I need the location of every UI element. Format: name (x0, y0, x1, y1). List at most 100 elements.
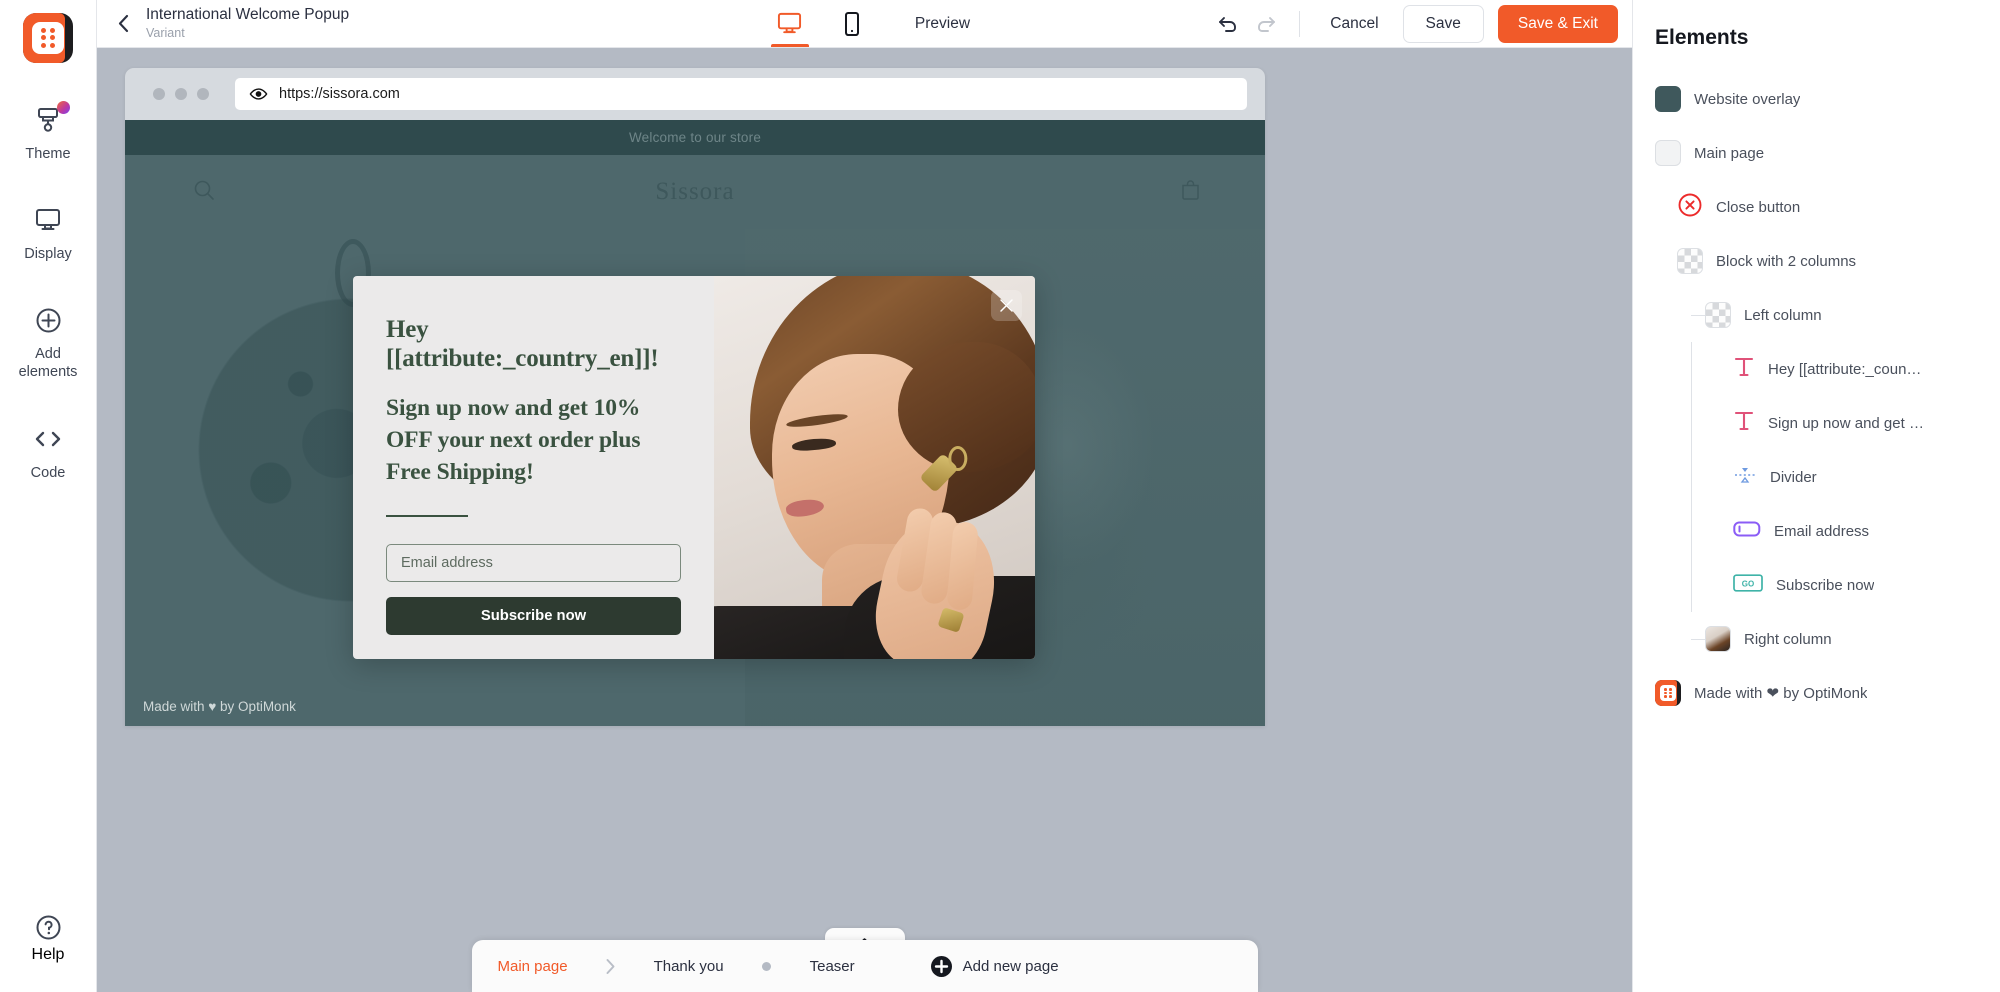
page-title: International Welcome Popup (146, 6, 350, 24)
save-button[interactable]: Save (1402, 4, 1484, 43)
tree-item-made-with-optimonk[interactable]: Made with ❤ by OptiMonk (1633, 666, 2000, 720)
popup-left-column: Hey [[attribute:_country_en]]! Sign up n… (353, 276, 714, 659)
editor-canvas: https://sissora.com Welcome to our store (97, 48, 1632, 992)
close-x-icon[interactable] (991, 290, 1022, 321)
redo-button[interactable] (1247, 5, 1285, 43)
variant-subtitle: Variant (146, 26, 185, 41)
sidebar-item-help[interactable]: Help (0, 914, 97, 964)
tree-item-email-address[interactable]: Email address (1633, 504, 2000, 558)
tree-guide-stub (1691, 639, 1705, 640)
plus-circle-filled-icon (930, 955, 952, 977)
url-bar[interactable]: https://sissora.com (235, 78, 1247, 110)
tree-item-label: Divider (1770, 468, 1817, 486)
tree-item-text-signup[interactable]: Sign up now and get … (1633, 396, 2000, 450)
sidebar-item-label: Display (24, 246, 72, 263)
popup-heading-line1: Hey (386, 316, 429, 343)
page-tabs-bar: Main page Thank you Teaser Add new page (97, 928, 1632, 992)
teal-swatch-icon (1655, 86, 1681, 112)
add-new-page-label: Add new page (962, 957, 1059, 975)
window-controls-icon (153, 88, 209, 100)
tree-guide-line (1691, 504, 1692, 558)
preview-label: Preview (914, 14, 971, 32)
sidebar-item-add-elements[interactable]: Add elements (0, 303, 97, 381)
tree-item-close-button[interactable]: Close button (1633, 180, 2000, 234)
tree-item-label: Subscribe now (1776, 576, 1875, 594)
popup-right-column (714, 276, 1035, 659)
checker-swatch-icon (1677, 248, 1703, 274)
save-and-exit-button[interactable]: Save & Exit (1497, 4, 1618, 43)
image-thumbnail-icon (1705, 626, 1731, 652)
input-field-icon (1733, 519, 1761, 544)
sidebar-item-label: Add (35, 346, 61, 363)
site-logo: Sissora (655, 178, 735, 205)
checker-swatch-icon (1705, 302, 1731, 328)
website-preview: Welcome to our store Sissora Made with ♥… (125, 120, 1265, 726)
tree-item-subscribe-now[interactable]: GO Subscribe now (1633, 558, 2000, 612)
shopping-bag-icon (1180, 179, 1201, 206)
toolbar-left: International Welcome Popup Variant (97, 0, 427, 47)
tree-item-right-column[interactable]: Right column (1633, 612, 2000, 666)
text-t-icon (1733, 355, 1755, 384)
tree-item-label: Made with ❤ by OptiMonk (1694, 685, 1868, 702)
tree-item-label: Left column (1744, 306, 1822, 324)
toolbar-divider (1299, 10, 1301, 37)
sidebar-item-label: Help (31, 946, 65, 963)
left-rail: Theme Display Add elements Code Help (0, 0, 97, 992)
sidebar-item-label: Code (30, 464, 66, 481)
model-portrait-image (714, 276, 1035, 659)
editor-center: International Welcome Popup Variant Prev… (97, 0, 1632, 992)
go-button-icon: GO (1733, 573, 1763, 597)
dot-icon (728, 961, 806, 971)
paintbrush-icon (35, 101, 70, 137)
tree-item-label: Email address (1774, 522, 1870, 540)
sidebar-item-display[interactable]: Display (0, 203, 97, 263)
ai-badge-icon (57, 101, 70, 114)
optimonk-logo-icon[interactable] (23, 13, 73, 63)
monitor-icon (34, 203, 62, 237)
add-new-page-button[interactable]: Add new page (930, 955, 1059, 977)
desktop-icon (778, 12, 802, 34)
sidebar-item-code[interactable]: Code (0, 422, 97, 482)
undo-button[interactable] (1209, 5, 1247, 43)
tree-item-left-column[interactable]: Left column (1633, 288, 2000, 342)
tree-item-label: Website overlay (1694, 90, 1801, 108)
elements-panel-title: Elements (1655, 26, 1749, 49)
sidebar-item-theme[interactable]: Theme (0, 101, 97, 163)
popup-preview[interactable]: Hey [[attribute:_country_en]]! Sign up n… (353, 276, 1035, 659)
chevron-right-icon (572, 958, 650, 975)
chevron-left-icon[interactable] (113, 10, 134, 37)
page-tab-main[interactable]: Main page (494, 958, 572, 975)
sidebar-item-label-2: elements (18, 364, 78, 381)
url-text: https://sissora.com (279, 86, 400, 102)
device-toggle-mobile[interactable] (821, 0, 883, 47)
tree-item-label: Main page (1694, 144, 1765, 162)
subscribe-button[interactable]: Subscribe now (386, 596, 681, 635)
elements-tree: Website overlay Main page Close button B… (1633, 72, 2000, 720)
question-circle-icon (35, 914, 62, 946)
email-input[interactable] (386, 543, 681, 582)
tree-guide-line (1691, 396, 1692, 450)
page-tab-thank-you[interactable]: Thank you (650, 958, 728, 975)
tree-item-label: Close button (1716, 198, 1801, 216)
browser-preview-frame: https://sissora.com Welcome to our store (125, 68, 1265, 726)
tree-item-website-overlay[interactable]: Website overlay (1633, 72, 2000, 126)
site-announcement-text: Welcome to our store (628, 130, 762, 145)
top-toolbar: International Welcome Popup Variant Prev… (97, 0, 1632, 48)
tree-item-block-2-columns[interactable]: Block with 2 columns (1633, 234, 2000, 288)
device-toggle-desktop[interactable] (759, 0, 821, 47)
popup-subheading: Sign up now and get 10% OFF your next or… (386, 394, 641, 486)
cancel-button[interactable]: Cancel (1316, 7, 1392, 41)
page-tabs: Main page Thank you Teaser Add new page (471, 940, 1258, 992)
page-tab-teaser[interactable]: Teaser (806, 958, 859, 975)
preview-button[interactable]: Preview (915, 0, 970, 47)
tree-item-label: Sign up now and get … (1768, 414, 1924, 432)
elements-panel: Elements Website overlay Main page Close… (1632, 0, 2000, 992)
tree-item-text-hey[interactable]: Hey [[attribute:_coun… (1633, 342, 2000, 396)
browser-chrome-bar: https://sissora.com (125, 68, 1265, 120)
tree-item-label: Block with 2 columns (1716, 252, 1857, 270)
tree-item-divider[interactable]: Divider (1633, 450, 2000, 504)
tree-item-label: Right column (1744, 630, 1832, 648)
tree-item-main-page[interactable]: Main page (1633, 126, 2000, 180)
tree-guide-line (1691, 450, 1692, 504)
made-with-love-note: Made with ♥ by OptiMonk (143, 699, 296, 714)
